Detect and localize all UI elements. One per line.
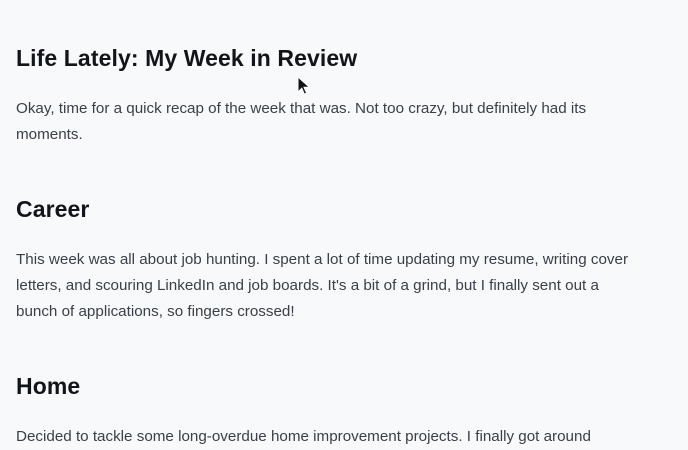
mouse-pointer-icon [297, 76, 311, 95]
article-title: Life Lately: My Week in Review [16, 45, 358, 71]
section-paragraph-career: This week was all about job hunting. I s… [16, 251, 629, 320]
section-heading-career: Career [16, 196, 90, 222]
section-heading-home: Home [16, 373, 81, 399]
intro-paragraph: Okay, time for a quick recap of the week… [16, 100, 587, 143]
section-paragraph-home: Decided to tackle some long-overdue home… [16, 428, 591, 445]
